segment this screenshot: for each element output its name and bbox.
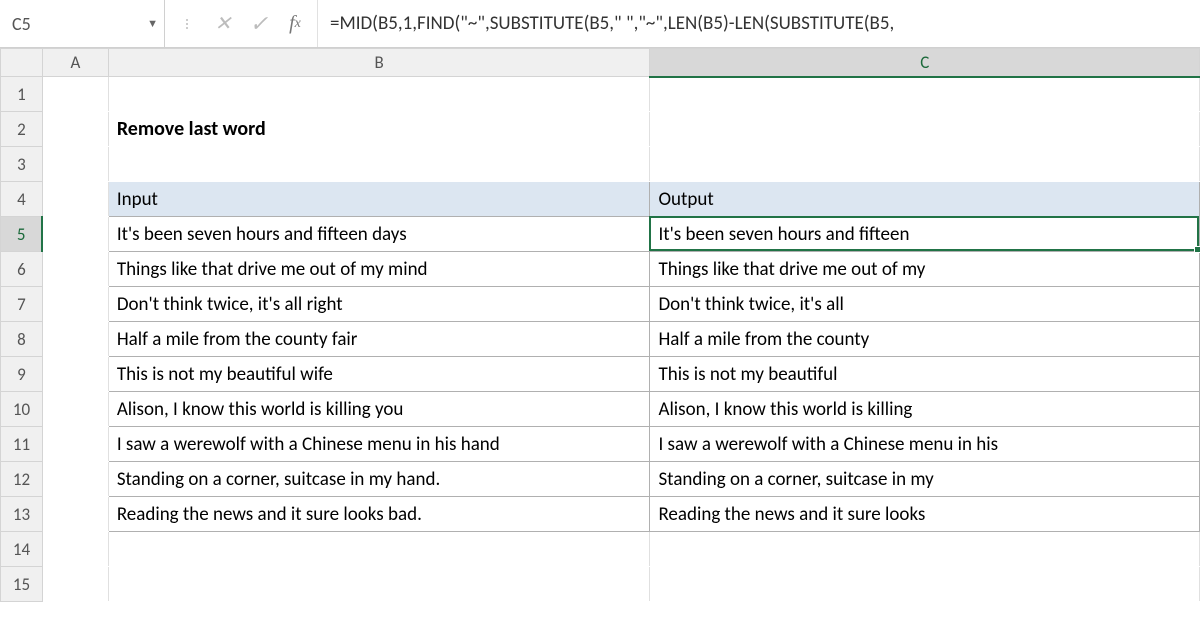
row-header[interactable]: 8	[1, 322, 43, 357]
row-header[interactable]: 2	[1, 112, 43, 147]
cell[interactable]	[42, 147, 108, 182]
cell-output[interactable]: Alison, I know this world is killing	[650, 392, 1200, 427]
cell[interactable]	[650, 77, 1200, 112]
cell[interactable]	[42, 287, 108, 322]
cell-output[interactable]: Reading the news and it sure looks	[650, 497, 1200, 532]
cell-input[interactable]: Half a mile from the county fair	[108, 322, 650, 357]
cell[interactable]	[42, 112, 108, 147]
name-box[interactable]: C5 ▼	[0, 0, 165, 47]
row-header[interactable]: 12	[1, 462, 43, 497]
row-header[interactable]: 10	[1, 392, 43, 427]
cell[interactable]	[42, 217, 108, 252]
cell-input[interactable]: I saw a werewolf with a Chinese menu in …	[108, 427, 650, 462]
cell-output[interactable]: This is not my beautiful	[650, 357, 1200, 392]
cell[interactable]	[108, 147, 650, 182]
cell[interactable]	[42, 462, 108, 497]
row-header[interactable]: 6	[1, 252, 43, 287]
grid-table: A B C 1 2 Remove last word 3 4 Input Out…	[0, 48, 1200, 602]
cell-output[interactable]: Don't think twice, it's all	[650, 287, 1200, 322]
formula-bar: C5 ▼ ✕ ✓ fx =MID(B5,1,FIND("~",SUBSTITUT…	[0, 0, 1200, 48]
row-header[interactable]: 13	[1, 497, 43, 532]
cell-output[interactable]: Half a mile from the county	[650, 322, 1200, 357]
formula-input[interactable]: =MID(B5,1,FIND("~",SUBSTITUTE(B5," ","~"…	[317, 0, 1200, 47]
confirm-icon[interactable]: ✓	[241, 0, 277, 47]
spreadsheet-grid: A B C 1 2 Remove last word 3 4 Input Out…	[0, 48, 1200, 602]
cell-input[interactable]: Don't think twice, it's all right	[108, 287, 650, 322]
chevron-down-icon[interactable]: ▼	[147, 17, 158, 30]
cell[interactable]	[42, 322, 108, 357]
col-header-a[interactable]: A	[42, 49, 108, 77]
cell-input[interactable]: Standing on a corner, suitcase in my han…	[108, 462, 650, 497]
col-header-b[interactable]: B	[108, 49, 650, 77]
cell-input[interactable]: This is not my beautiful wife	[108, 357, 650, 392]
cell[interactable]	[42, 427, 108, 462]
row-header[interactable]: 15	[1, 567, 43, 602]
cell-output[interactable]: Standing on a corner, suitcase in my	[650, 462, 1200, 497]
cell[interactable]	[108, 532, 650, 567]
cell[interactable]	[42, 532, 108, 567]
title-cell[interactable]: Remove last word	[108, 112, 650, 147]
cell[interactable]	[650, 532, 1200, 567]
cell[interactable]	[42, 252, 108, 287]
row-header[interactable]: 14	[1, 532, 43, 567]
cell-output-selected[interactable]: It's been seven hours and fifteen	[650, 217, 1200, 252]
select-all-corner[interactable]	[1, 49, 43, 77]
cell[interactable]	[650, 567, 1200, 602]
expand-icon[interactable]	[169, 0, 205, 47]
formula-bar-buttons: ✕ ✓ fx	[165, 0, 317, 47]
cell[interactable]	[42, 392, 108, 427]
row-header[interactable]: 4	[1, 182, 43, 217]
col-header-c[interactable]: C	[650, 49, 1200, 77]
cell[interactable]	[108, 567, 650, 602]
cell[interactable]	[42, 357, 108, 392]
cell-input[interactable]: Things like that drive me out of my mind	[108, 252, 650, 287]
cell[interactable]	[650, 147, 1200, 182]
cell[interactable]	[108, 77, 650, 112]
cell[interactable]	[650, 112, 1200, 147]
formula-text: =MID(B5,1,FIND("~",SUBSTITUTE(B5," ","~"…	[330, 12, 894, 35]
row-header[interactable]: 11	[1, 427, 43, 462]
cell-output[interactable]: I saw a werewolf with a Chinese menu in …	[650, 427, 1200, 462]
row-header[interactable]: 7	[1, 287, 43, 322]
cell[interactable]	[42, 497, 108, 532]
row-header[interactable]: 1	[1, 77, 43, 112]
cell-output[interactable]: Things like that drive me out of my	[650, 252, 1200, 287]
cell[interactable]	[42, 567, 108, 602]
table-header-input[interactable]: Input	[108, 182, 650, 217]
fx-icon[interactable]: fx	[277, 0, 313, 47]
cell-input[interactable]: Alison, I know this world is killing you	[108, 392, 650, 427]
table-header-output[interactable]: Output	[650, 182, 1200, 217]
row-header[interactable]: 3	[1, 147, 43, 182]
cell-input[interactable]: It's been seven hours and fifteen days	[108, 217, 650, 252]
cell-input[interactable]: Reading the news and it sure looks bad.	[108, 497, 650, 532]
name-box-value: C5	[12, 13, 31, 35]
cancel-icon[interactable]: ✕	[205, 0, 241, 47]
cell[interactable]	[42, 182, 108, 217]
cell[interactable]	[42, 77, 108, 112]
row-header[interactable]: 9	[1, 357, 43, 392]
row-header[interactable]: 5	[1, 217, 43, 252]
